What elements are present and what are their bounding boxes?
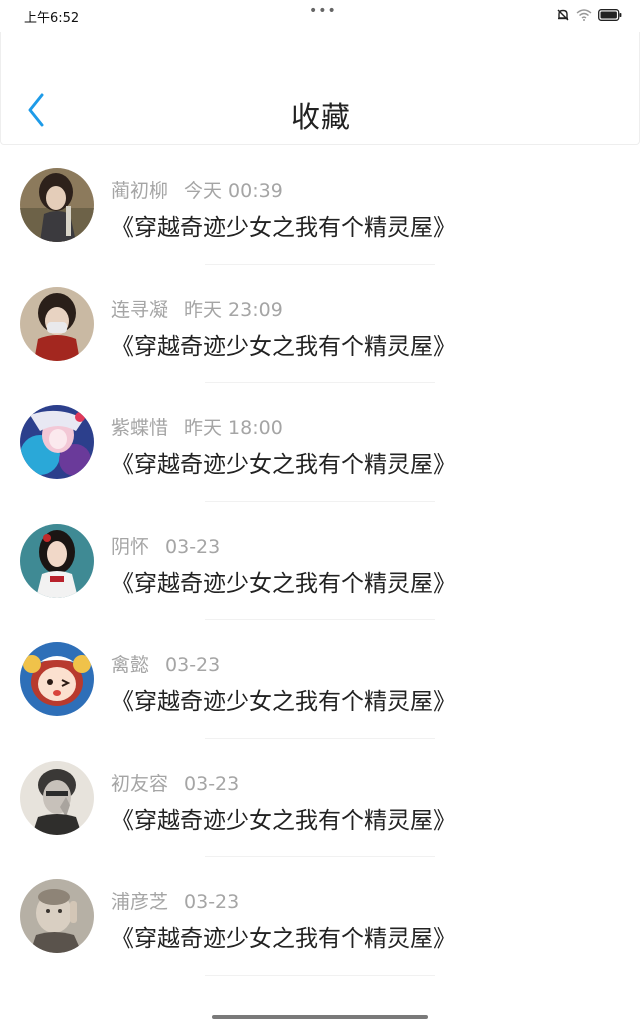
- avatar: [20, 523, 94, 598]
- list-item[interactable]: 蔺初柳 今天 00:39 《穿越奇迹少女之我有个精灵屋》: [0, 146, 640, 265]
- user-name: 浦彦芝: [111, 891, 169, 913]
- list-item[interactable]: 连寻凝 昨天 23:09 《穿越奇迹少女之我有个精灵屋》: [0, 265, 640, 383]
- home-indicator[interactable]: [212, 1015, 428, 1019]
- item-meta: 阴怀 03-23: [111, 532, 220, 559]
- list-item[interactable]: 禽懿 03-23 《穿越奇迹少女之我有个精灵屋》: [0, 620, 640, 739]
- item-meta: 禽懿 03-23: [111, 650, 220, 677]
- favorites-list: 蔺初柳 今天 00:39 《穿越奇迹少女之我有个精灵屋》 连寻凝 昨天 23:09 …: [0, 146, 640, 976]
- nav-bar: 收藏: [0, 32, 640, 145]
- battery-icon: [598, 9, 622, 21]
- page-title: 收藏: [290, 100, 351, 134]
- timestamp: 03-23: [184, 891, 240, 913]
- item-meta: 蔺初柳 今天 00:39: [111, 176, 283, 203]
- book-title[interactable]: 《穿越奇迹少女之我有个精灵屋》: [111, 682, 456, 716]
- wifi-icon: [576, 9, 592, 21]
- status-bar: 上午6:52 •••: [0, 0, 640, 32]
- timestamp: 03-23: [165, 535, 221, 558]
- user-name: 阴怀: [111, 535, 150, 558]
- list-item[interactable]: 阴怀 03-23 《穿越奇迹少女之我有个精灵屋》: [0, 502, 640, 620]
- book-title[interactable]: 《穿越奇迹少女之我有个精灵屋》: [111, 564, 456, 598]
- user-name: 连寻凝: [111, 298, 169, 321]
- avatar: [20, 168, 94, 242]
- book-title[interactable]: 《穿越奇迹少女之我有个精灵屋》: [111, 445, 456, 479]
- avatar: [20, 405, 94, 479]
- book-title[interactable]: 《穿越奇迹少女之我有个精灵屋》: [111, 327, 456, 361]
- avatar: [20, 879, 94, 953]
- status-time: 上午6:52: [24, 11, 80, 26]
- item-meta: 连寻凝 昨天 23:09: [111, 295, 283, 322]
- list-item[interactable]: 紫蝶惜 昨天 18:00 《穿越奇迹少女之我有个精灵屋》: [0, 383, 640, 502]
- timestamp: 03-23: [165, 654, 221, 676]
- timestamp: 昨天 23:09: [184, 298, 283, 321]
- more-dots-icon: •••: [309, 3, 337, 19]
- user-name: 初友容: [111, 772, 169, 795]
- avatar: [20, 642, 94, 716]
- list-item[interactable]: 初友容 03-23 《穿越奇迹少女之我有个精灵屋》: [0, 739, 640, 857]
- avatar: [20, 286, 94, 361]
- user-name: 紫蝶惜: [111, 417, 169, 439]
- book-title[interactable]: 《穿越奇迹少女之我有个精灵屋》: [111, 919, 456, 953]
- timestamp: 今天 00:39: [184, 180, 283, 202]
- divider: [205, 974, 435, 976]
- item-meta: 初友容 03-23: [111, 769, 239, 796]
- item-meta: 浦彦芝 03-23: [111, 887, 239, 914]
- item-meta: 紫蝶惜 昨天 18:00: [111, 413, 283, 440]
- timestamp: 03-23: [184, 772, 240, 795]
- book-title[interactable]: 《穿越奇迹少女之我有个精灵屋》: [111, 208, 456, 242]
- book-title[interactable]: 《穿越奇迹少女之我有个精灵屋》: [111, 801, 456, 835]
- avatar: [20, 760, 94, 835]
- mute-bell-icon: [556, 8, 570, 22]
- user-name: 蔺初柳: [111, 180, 169, 202]
- status-icons: [556, 8, 622, 22]
- list-item[interactable]: 浦彦芝 03-23 《穿越奇迹少女之我有个精灵屋》: [0, 857, 640, 976]
- user-name: 禽懿: [111, 654, 150, 676]
- timestamp: 昨天 18:00: [184, 417, 283, 439]
